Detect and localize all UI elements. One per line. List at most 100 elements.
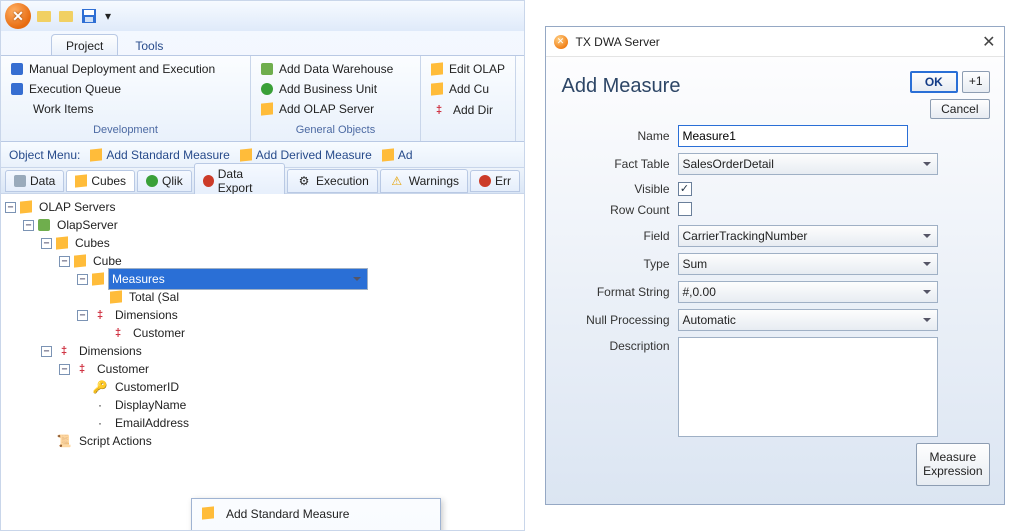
cubes-icon xyxy=(56,236,68,249)
collapse-icon[interactable]: − xyxy=(77,274,88,285)
fact-table-select[interactable]: SalesOrderDetail xyxy=(678,153,938,175)
collapse-icon[interactable]: − xyxy=(59,364,70,375)
row-count-checkbox[interactable] xyxy=(678,202,692,216)
tree-node-customer[interactable]: ‡Customer xyxy=(5,324,524,342)
error-icon xyxy=(479,175,491,187)
name-label: Name xyxy=(560,129,670,143)
dialog-title: TX DWA Server xyxy=(576,35,660,49)
ad-button[interactable]: Ad xyxy=(382,148,413,162)
tab-cubes[interactable]: Cubes xyxy=(66,170,135,192)
project-tree[interactable]: −OLAP Servers −OlapServer −Cubes −Cube −… xyxy=(1,194,524,530)
description-field[interactable] xyxy=(678,337,938,437)
queue-icon xyxy=(11,83,23,95)
ribbon-group-next: Edit OLAP Add Cu ‡Add Dir xyxy=(421,56,516,141)
add-dim-button[interactable]: ‡Add Dir xyxy=(429,100,507,120)
add-cube-button[interactable]: Add Cu xyxy=(429,80,507,98)
collapse-icon[interactable]: − xyxy=(5,202,16,213)
dimension-icon: ‡ xyxy=(92,307,108,323)
ctx-add-standard-measure[interactable]: Add Standard Measure xyxy=(195,502,437,526)
tab-tools[interactable]: Tools xyxy=(120,34,178,55)
collapse-icon[interactable]: − xyxy=(23,220,34,231)
app-menu-button[interactable]: ✕ xyxy=(5,3,31,29)
dialog-title-bar[interactable]: ✕ TX DWA Server ✕ xyxy=(546,27,1004,57)
collapse-icon[interactable]: − xyxy=(41,238,52,249)
tab-warnings[interactable]: ⚠Warnings xyxy=(380,169,468,193)
qat-dropdown-icon[interactable]: ▾ xyxy=(105,9,111,23)
tree-node-cubes[interactable]: −Cubes xyxy=(5,234,524,252)
name-field[interactable] xyxy=(678,125,908,147)
field-icon: · xyxy=(92,397,108,413)
object-menu-label: Object Menu: xyxy=(9,148,80,162)
measure-icon xyxy=(202,506,214,519)
field-select[interactable]: CarrierTrackingNumber xyxy=(678,225,938,247)
row-count-label: Row Count xyxy=(560,203,670,217)
collapse-icon[interactable]: − xyxy=(59,256,70,267)
tree-node-customerid[interactable]: 🔑CustomerID xyxy=(5,378,524,396)
olap-icon xyxy=(20,200,32,213)
tree-node-total[interactable]: Total (Sal xyxy=(5,288,524,306)
manual-deployment-button[interactable]: Manual Deployment and Execution xyxy=(9,60,242,78)
ribbon-group-title: Development xyxy=(9,122,242,137)
type-select[interactable]: Sum xyxy=(678,253,938,275)
execution-queue-button[interactable]: Execution Queue xyxy=(9,80,242,98)
type-label: Type xyxy=(560,257,670,271)
document-tabs: Data Cubes Qlik Data Export ⚙Execution ⚠… xyxy=(1,168,524,194)
deploy-icon xyxy=(11,63,23,75)
ok-button[interactable]: OK xyxy=(910,71,958,93)
add-data-warehouse-button[interactable]: Add Data Warehouse xyxy=(259,60,412,78)
dim-icon: ‡ xyxy=(431,102,447,118)
dimension-icon: ‡ xyxy=(56,343,72,359)
close-icon[interactable]: ✕ xyxy=(982,32,995,52)
save-icon[interactable] xyxy=(81,8,97,24)
context-menu: Add Standard Measure Add Derived Measure… xyxy=(191,498,441,530)
plus-one-button[interactable]: +1 xyxy=(962,71,990,93)
tree-node-server[interactable]: −OlapServer xyxy=(5,216,524,234)
visible-label: Visible xyxy=(560,182,670,196)
ide-window: ✕ ▾ Project Tools Manual Deployment and … xyxy=(0,0,525,531)
tree-node-olap-servers[interactable]: −OLAP Servers xyxy=(5,198,524,216)
visible-checkbox[interactable]: ✓ xyxy=(678,182,692,196)
tree-node-displayname[interactable]: ·DisplayName xyxy=(5,396,524,414)
tree-node-dimensions2[interactable]: −‡Dimensions xyxy=(5,342,524,360)
null-processing-select[interactable]: Automatic xyxy=(678,309,938,331)
tab-qlik[interactable]: Qlik xyxy=(137,170,192,192)
app-icon: ✕ xyxy=(554,35,568,49)
tree-node-script-actions[interactable]: 📜Script Actions xyxy=(5,432,524,450)
measure-icon xyxy=(240,148,252,161)
ribbon-group-development: Manual Deployment and Execution Executio… xyxy=(1,56,251,141)
collapse-icon[interactable]: − xyxy=(77,310,88,321)
open-icon[interactable] xyxy=(37,11,51,22)
tree-node-measures[interactable]: −Measures xyxy=(5,270,524,288)
measure-icon xyxy=(90,148,102,161)
edit-icon xyxy=(431,62,443,75)
folder-icon[interactable] xyxy=(59,11,73,22)
warning-icon: ⚠ xyxy=(389,173,405,189)
tab-execution[interactable]: ⚙Execution xyxy=(287,169,378,193)
server-icon xyxy=(38,219,50,231)
tab-data[interactable]: Data xyxy=(5,170,64,192)
qlik-icon xyxy=(146,175,158,187)
edit-olap-button[interactable]: Edit OLAP xyxy=(429,60,507,78)
tree-node-email[interactable]: ·EmailAddress xyxy=(5,414,524,432)
add-measure-dialog: ✕ TX DWA Server ✕ Add Measure OK +1 Canc… xyxy=(545,26,1005,504)
cancel-button[interactable]: Cancel xyxy=(930,99,989,119)
tree-node-customer2[interactable]: −‡Customer xyxy=(5,360,524,378)
cube-icon xyxy=(431,82,443,95)
add-olap-server-button[interactable]: Add OLAP Server xyxy=(259,100,412,118)
null-processing-label: Null Processing xyxy=(560,313,670,327)
tab-project[interactable]: Project xyxy=(51,34,118,55)
add-business-unit-button[interactable]: Add Business Unit xyxy=(259,80,412,98)
collapse-icon[interactable]: − xyxy=(41,346,52,357)
form: Name Fact Table SalesOrderDetail Visible… xyxy=(560,125,990,437)
data-icon xyxy=(14,175,26,187)
measure-icon xyxy=(382,148,394,161)
add-derived-measure-button[interactable]: Add Derived Measure xyxy=(240,148,372,162)
ctx-add-derived-measure[interactable]: Add Derived Measure xyxy=(195,526,437,530)
tab-errors[interactable]: Err xyxy=(470,170,520,192)
measure-expression-button[interactable]: Measure Expression xyxy=(916,443,989,486)
tree-node-dimensions[interactable]: −‡Dimensions xyxy=(5,306,524,324)
dialog-heading: Add Measure xyxy=(560,71,902,108)
add-standard-measure-button[interactable]: Add Standard Measure xyxy=(90,148,229,162)
format-string-select[interactable]: #,0.00 xyxy=(678,281,938,303)
work-items-button[interactable]: Work Items xyxy=(9,100,242,118)
